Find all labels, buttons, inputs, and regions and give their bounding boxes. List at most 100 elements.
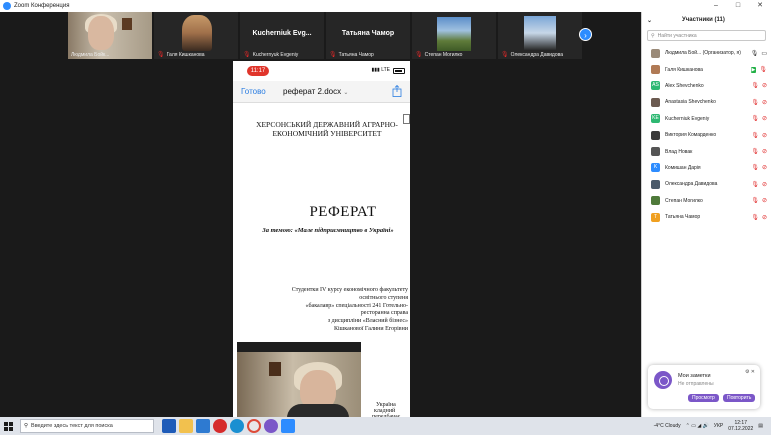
video-strip: Людмила Бойк... 🎙︎ Галя Кишканова Kucherniu… <box>68 12 582 59</box>
network-indicator: ▮▮▮ LTE <box>371 67 390 73</box>
participant-row[interactable]: KE Kucherniuk Evgeniy 🎙︎ ⊘ <box>642 111 771 127</box>
participant-row[interactable]: Людмила Бой... (Организатор, я) 🎙︎ ▭ <box>642 45 771 61</box>
participant-row[interactable]: Степан Могилко 🎙︎ ⊘ <box>642 193 771 209</box>
participant-name: Татьяна Чамор <box>665 214 701 221</box>
file-explorer-icon[interactable] <box>179 419 193 433</box>
viber-app-icon[interactable] <box>264 419 278 433</box>
zoom-app-icon[interactable] <box>281 419 295 433</box>
view-button[interactable]: Просмотр <box>688 394 719 402</box>
notification-title: Мои заметки <box>678 373 711 379</box>
camera-icon: ⊘ <box>761 198 767 205</box>
mic-muted-icon: 🎙︎ <box>501 52 509 58</box>
notifications-icon[interactable]: ▤ <box>758 423 763 429</box>
participant-search-input[interactable]: ⚲ Найти участника <box>647 30 766 41</box>
weather-widget[interactable]: -4°C Cloudy <box>654 423 681 429</box>
author-line: Кішканової Галини Егорівни <box>333 325 408 332</box>
video-tile[interactable]: Татьяна Чамор 🎙︎ Татьяна Чамор <box>326 12 410 59</box>
avatar: K <box>651 163 660 173</box>
edge-app-icon[interactable] <box>230 419 244 433</box>
opera-app-icon[interactable] <box>213 419 227 433</box>
video-tile[interactable]: 🎙︎ Олександра Давидова <box>498 12 582 59</box>
avatar <box>651 65 660 75</box>
tile-name-label: 🎙︎ Степан Могилко <box>415 51 463 59</box>
participant-list: Людмила Бой... (Организатор, я) 🎙︎ ▭ Галя К… <box>642 45 771 225</box>
participant-name: Степан Могилко <box>665 197 703 204</box>
collapse-chevron-icon[interactable]: ⌄ <box>647 17 652 24</box>
video-tile[interactable]: 🎙︎ Галя Кишканова <box>154 12 238 59</box>
microphone-icon: 🎙︎ <box>751 198 759 205</box>
viber-notification[interactable]: ⚙ ✕ Мои заметки Не отправлены Просмотр П… <box>648 365 760 409</box>
taskbar-search-input[interactable]: ⚲ Введите здесь текст для поиска <box>20 419 154 433</box>
avatar: T <box>651 212 660 222</box>
minimize-icon[interactable]: – <box>705 0 727 12</box>
camera-icon: ▶ <box>750 66 757 73</box>
author-line: з дисципліни «Власний бізнес» <box>327 318 408 325</box>
retry-button[interactable]: Повторить <box>723 394 756 402</box>
participant-row[interactable]: Олександра Давидова 🎙︎ ⊘ <box>642 176 771 192</box>
self-view-video[interactable] <box>237 342 361 418</box>
video-tile[interactable]: Людмила Бойк... <box>68 12 152 59</box>
panel-header: ⌄ Участники (11) <box>642 12 771 28</box>
avatar <box>651 97 660 107</box>
phone-status-bar: 11:17 ▮▮▮ LTE <box>233 61 410 81</box>
participant-name: Комишан Дарія <box>665 164 701 171</box>
participant-row[interactable]: T Татьяна Чамор 🎙︎ ⊘ <box>642 209 771 225</box>
camera-icon: ⊘ <box>761 214 767 221</box>
meeting-area: Людмила Бойк... 🎙︎ Галя Кишканова Kucherniu… <box>0 12 641 418</box>
maximize-icon[interactable]: □ <box>727 0 749 12</box>
mic-muted-icon: 🎙︎ <box>329 52 337 58</box>
language-indicator[interactable]: УКР <box>714 423 723 429</box>
avatar <box>651 48 660 58</box>
next-page-button[interactable]: › <box>579 28 592 41</box>
word-app-icon[interactable] <box>162 419 176 433</box>
document-title[interactable]: реферат 2.docx ⌄ <box>283 87 348 96</box>
participant-row[interactable]: AS Alex Shevchenko 🎙︎ ⊘ <box>642 78 771 94</box>
tile-name-label: Людмила Бойк... <box>71 52 110 58</box>
tile-display-name: Татьяна Чамор <box>341 30 395 37</box>
document-heading: РЕФЕРАТ <box>309 204 377 220</box>
video-tile[interactable]: 🎙︎ Степан Могилко <box>412 12 496 59</box>
avatar: AS <box>651 81 660 91</box>
participant-name: Виктория Комарденко <box>665 132 717 139</box>
avatar: KE <box>651 114 660 124</box>
avatar <box>651 196 660 206</box>
system-tray: -4°C Cloudy ⌃ ▭ ◢ 🔊 УКР 12:17 07.12.2022… <box>654 420 771 432</box>
microphone-icon: 🎙︎ <box>751 99 759 106</box>
participant-row[interactable]: Влад Новак 🎙︎ ⊘ <box>642 143 771 159</box>
tile-display-name: Kucherniuk Evg... <box>252 30 312 37</box>
start-button[interactable] <box>0 417 16 435</box>
share-icon[interactable] <box>392 85 402 97</box>
zoom-logo-icon <box>3 2 11 10</box>
camera-icon: ⊘ <box>761 132 767 139</box>
clock-object <box>269 362 281 376</box>
done-button[interactable]: Готово <box>241 87 266 96</box>
camera-icon: ⊘ <box>761 165 767 172</box>
taskbar-apps <box>162 419 295 433</box>
participant-row[interactable]: Anastasia Shevchenko 🎙︎ ⊘ <box>642 94 771 110</box>
video-tile[interactable]: Kucherniuk Evg... 🎙︎ Kuchernyuk Evgeniy <box>240 12 324 59</box>
avatar <box>651 130 660 140</box>
camera-icon: ⊘ <box>761 99 767 106</box>
chevron-down-icon: ⌄ <box>343 90 349 96</box>
camera-icon: ▭ <box>761 50 767 57</box>
tile-name-label: 🎙︎ Kuchernyuk Evgeniy <box>243 51 299 59</box>
tile-name-label: 🎙︎ Олександра Давидова <box>501 51 564 59</box>
battery-icon <box>393 68 405 74</box>
notification-controls[interactable]: ⚙ ✕ <box>745 369 755 375</box>
mail-app-icon[interactable] <box>196 419 210 433</box>
participant-row[interactable]: Виктория Комарденко 🎙︎ ⊘ <box>642 127 771 143</box>
close-icon[interactable]: ✕ <box>749 0 771 12</box>
taskbar: ⚲ Введите здесь текст для поиска -4°C Cl… <box>0 417 771 435</box>
chrome-app-icon[interactable] <box>247 419 261 433</box>
participant-name: Галя Кишканова <box>665 66 703 73</box>
participant-row[interactable]: K Комишан Дарія 🎙︎ ⊘ <box>642 160 771 176</box>
participant-name: Anastasia Shevchenko <box>665 99 716 106</box>
participant-row[interactable]: Галя Кишканова ▶ 🎙︎ <box>642 61 771 77</box>
scroll-marker <box>403 114 410 124</box>
participant-name: Alex Shevchenko <box>665 82 704 89</box>
tray-icons[interactable]: ⌃ ▭ ◢ 🔊 <box>686 423 709 429</box>
microphone-icon: 🎙︎ <box>751 165 759 172</box>
viber-icon <box>654 371 672 389</box>
taskbar-clock[interactable]: 12:17 07.12.2022 <box>728 420 753 432</box>
camera-icon: ⊘ <box>761 181 767 188</box>
